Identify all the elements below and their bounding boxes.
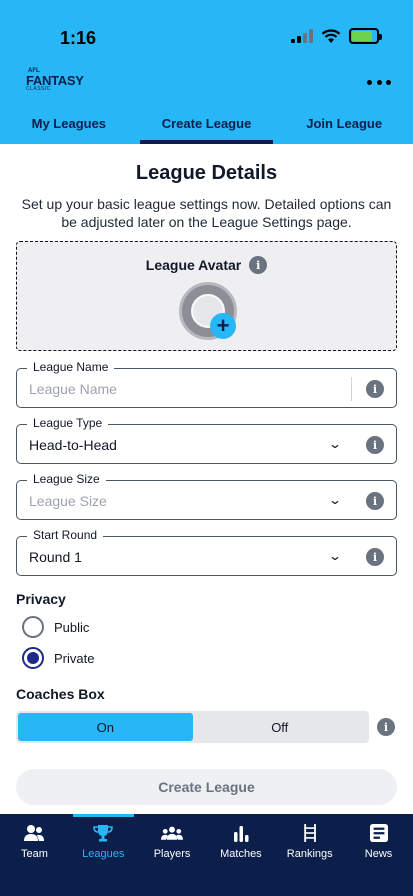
nav-players[interactable]: Players bbox=[138, 814, 207, 896]
radio-private-label: Private bbox=[54, 650, 95, 666]
coaches-box-off[interactable]: Off bbox=[193, 713, 368, 741]
league-type-label: League Type bbox=[27, 416, 109, 430]
league-name-input[interactable]: League Name bbox=[29, 381, 117, 397]
app-header: 1:16 AFL FANTASY CLASSIC My Leagues Crea… bbox=[0, 0, 413, 144]
radio-public[interactable] bbox=[22, 616, 44, 638]
wifi-icon bbox=[321, 28, 341, 43]
coaches-box-toggle: On Off bbox=[16, 711, 369, 743]
nav-leagues[interactable]: Leagues bbox=[69, 814, 138, 896]
league-name-info-icon[interactable]: i bbox=[366, 380, 384, 398]
chevron-down-icon: ⌄ bbox=[327, 493, 343, 507]
league-name-field[interactable]: League Name League Name i bbox=[16, 360, 397, 408]
league-size-value: League Size bbox=[29, 493, 107, 509]
privacy-option-private[interactable]: Private bbox=[22, 647, 94, 669]
players-icon bbox=[161, 826, 184, 840]
start-round-select[interactable]: Start Round Round 1 ⌄ i bbox=[16, 528, 397, 576]
news-icon bbox=[369, 824, 388, 842]
avatar-title: League Avatar i bbox=[17, 256, 396, 274]
league-avatar-section: League Avatar i + bbox=[16, 241, 397, 351]
avatar-title-label: League Avatar bbox=[145, 257, 242, 273]
league-type-select[interactable]: League Type Head-to-Head ⌄ i bbox=[16, 416, 397, 464]
privacy-option-public[interactable]: Public bbox=[22, 616, 89, 638]
nav-matches-label: Matches bbox=[220, 848, 262, 860]
nav-team-label: Team bbox=[20, 848, 48, 860]
team-icon bbox=[24, 825, 45, 841]
tab-create-league[interactable]: Create League bbox=[138, 108, 276, 144]
league-size-info-icon[interactable]: i bbox=[366, 492, 384, 510]
ladder-icon bbox=[303, 824, 316, 842]
create-league-button[interactable]: Create League bbox=[16, 769, 397, 805]
field-divider bbox=[351, 377, 352, 401]
start-round-label: Start Round bbox=[27, 528, 104, 542]
league-tabs: My Leagues Create League Join League bbox=[0, 108, 413, 144]
nav-rankings[interactable]: Rankings bbox=[275, 814, 344, 896]
coaches-box-on[interactable]: On bbox=[18, 713, 193, 741]
page-title: League Details bbox=[135, 162, 278, 184]
start-round-value: Round 1 bbox=[29, 549, 82, 565]
bar-chart-icon bbox=[233, 826, 249, 842]
coaches-box-label: Coaches Box bbox=[16, 686, 105, 702]
bottom-nav: Team Leagues Players Matches Rankings Ne… bbox=[0, 814, 413, 896]
nav-news[interactable]: News bbox=[344, 814, 413, 896]
radio-public-label: Public bbox=[54, 619, 90, 635]
nav-team[interactable]: Team bbox=[0, 814, 69, 896]
nav-players-label: Players bbox=[153, 848, 191, 860]
league-size-select[interactable]: League Size League Size ⌄ i bbox=[16, 472, 397, 520]
nav-matches[interactable]: Matches bbox=[206, 814, 275, 896]
radio-private[interactable] bbox=[22, 647, 44, 669]
status-icons bbox=[291, 28, 382, 44]
add-avatar-button[interactable]: + bbox=[210, 313, 236, 339]
main-content: League Details Set up your basic league … bbox=[0, 144, 413, 805]
status-time: 1:16 bbox=[60, 28, 97, 48]
nav-news-label: News bbox=[364, 848, 393, 860]
avatar-info-icon[interactable]: i bbox=[249, 256, 268, 274]
page-subtitle: Set up your basic league settings now. D… bbox=[21, 196, 392, 230]
start-round-info-icon[interactable]: i bbox=[366, 548, 384, 566]
privacy-label: Privacy bbox=[16, 591, 66, 607]
app-logo: AFL FANTASY CLASSIC bbox=[26, 68, 84, 92]
league-type-value: Head-to-Head bbox=[29, 437, 117, 453]
chevron-down-icon: ⌄ bbox=[327, 549, 343, 563]
more-options-icon[interactable] bbox=[367, 72, 391, 92]
league-size-label: League Size bbox=[27, 472, 106, 486]
signal-icon bbox=[291, 29, 313, 43]
trophy-icon bbox=[93, 825, 114, 842]
tab-my-leagues[interactable]: My Leagues bbox=[0, 108, 138, 144]
coaches-box-info-icon[interactable]: i bbox=[377, 718, 395, 736]
nav-rankings-label: Rankings bbox=[286, 848, 333, 860]
league-name-label: League Name bbox=[27, 360, 115, 374]
league-type-info-icon[interactable]: i bbox=[366, 436, 384, 454]
chevron-down-icon: ⌄ bbox=[327, 437, 343, 451]
battery-icon bbox=[349, 28, 382, 44]
nav-leagues-label: Leagues bbox=[82, 848, 125, 860]
tab-join-league[interactable]: Join League bbox=[275, 108, 413, 144]
